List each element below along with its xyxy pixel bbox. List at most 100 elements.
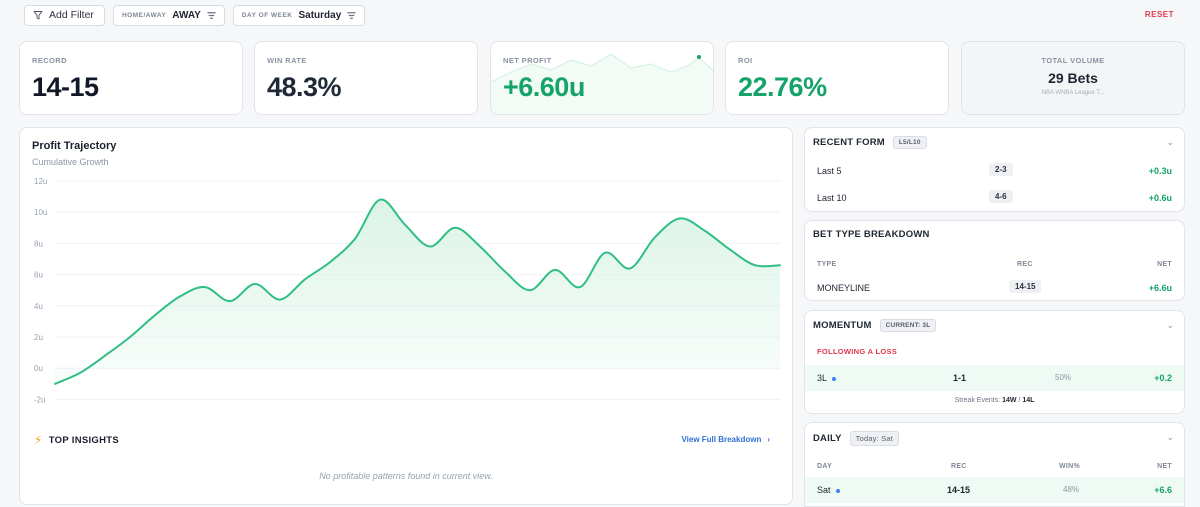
momentum-title: MOMENTUM bbox=[813, 320, 872, 331]
momentum-row-label: 3L bbox=[817, 373, 837, 383]
daily-title: DAILY bbox=[813, 433, 842, 444]
status-dot-icon bbox=[832, 376, 837, 381]
chart-title: Profit Trajectory bbox=[32, 140, 117, 152]
net-profit-value: +6.60u bbox=[503, 72, 585, 102]
total-volume-label: TOTAL VOLUME bbox=[1041, 56, 1105, 65]
streak-losses: 14L bbox=[1022, 397, 1035, 404]
recent-form-row-net: +0.3u bbox=[1148, 166, 1172, 176]
recent-form-row-net: +0.6u bbox=[1148, 193, 1172, 203]
filter-icon bbox=[347, 11, 357, 19]
momentum-row: 3L 1-1 50% +0.2 bbox=[805, 365, 1184, 391]
total-volume-value: 29 Bets bbox=[1048, 70, 1098, 86]
day-of-week-filter-value: Saturday bbox=[298, 9, 342, 21]
lightning-icon: ⚡ bbox=[34, 433, 43, 447]
chevron-right-icon: › bbox=[767, 435, 770, 444]
filter-icon bbox=[207, 11, 216, 19]
top-insights-heading: ⚡ TOP INSIGHTS bbox=[34, 433, 119, 447]
y-tick-label: 6u bbox=[34, 271, 43, 280]
win-rate-value: 48.3% bbox=[267, 72, 342, 102]
win-rate-label: WIN RATE bbox=[267, 56, 307, 65]
insights-empty-text: No profitable patterns found in current … bbox=[319, 471, 493, 481]
filter-bar: Add Filter HOME/AWAY AWAY DAY OF WEEK Sa… bbox=[24, 4, 366, 26]
streak-separator: / bbox=[1018, 397, 1021, 404]
y-tick-label: 0u bbox=[34, 364, 43, 373]
column-header-net: NET bbox=[1157, 261, 1172, 268]
profit-trajectory-chart: 12u 10u 8u 6u 4u 2u 0u -2u bbox=[34, 177, 781, 404]
chart-subtitle: Cumulative Growth bbox=[32, 157, 109, 167]
column-header-win: WIN% bbox=[1059, 463, 1081, 470]
recent-form-row-record: 2-3 bbox=[989, 163, 1013, 176]
daily-panel: DAILY Today: Sat ⌄ DAY REC WIN% NET Sat … bbox=[804, 422, 1185, 507]
momentum-header: MOMENTUM CURRENT: 3L bbox=[813, 319, 937, 332]
momentum-row-record: 1-1 bbox=[953, 373, 967, 383]
bet-type-title: BET TYPE BREAKDOWN bbox=[813, 229, 930, 240]
roi-card: ROI 22.76% bbox=[725, 41, 949, 115]
record-label: RECORD bbox=[32, 56, 67, 65]
recent-form-row: Last 5 2-3 +0.3u bbox=[805, 158, 1184, 184]
roi-label: ROI bbox=[738, 56, 753, 65]
daily-day-cell: Sat bbox=[817, 485, 840, 495]
recent-form-row-record: 4-6 bbox=[989, 190, 1013, 203]
recent-form-panel: RECENT FORM L5/L10 ⌄ Last 5 2-3 +0.3u La… bbox=[804, 127, 1185, 212]
win-rate-card: WIN RATE 48.3% bbox=[254, 41, 478, 115]
day-of-week-filter[interactable]: DAY OF WEEK Saturday bbox=[232, 4, 366, 26]
roi-value: 22.76% bbox=[738, 72, 827, 102]
view-full-breakdown-link[interactable]: View Full Breakdown › bbox=[681, 435, 770, 444]
chevron-down-icon[interactable]: ⌄ bbox=[1166, 137, 1174, 148]
y-tick-label: 12u bbox=[34, 177, 47, 186]
column-header-net: NET bbox=[1157, 463, 1172, 470]
column-header-day: DAY bbox=[817, 463, 833, 470]
recent-form-tag: L5/L10 bbox=[892, 136, 927, 149]
y-tick-label: 4u bbox=[34, 302, 43, 311]
add-filter-label: Add Filter bbox=[49, 9, 94, 21]
add-filter-button[interactable]: Add Filter bbox=[24, 4, 105, 26]
recent-form-header: RECENT FORM L5/L10 bbox=[813, 136, 927, 149]
momentum-streak-label: 3L bbox=[817, 373, 828, 383]
bet-type-header: BET TYPE BREAKDOWN bbox=[813, 229, 930, 240]
y-tick-label: 2u bbox=[34, 333, 43, 342]
day-of-week-filter-label: DAY OF WEEK bbox=[241, 11, 293, 19]
daily-net: +6.6 bbox=[1154, 485, 1172, 495]
home-away-filter-label: HOME/AWAY bbox=[121, 11, 167, 19]
net-profit-label: NET PROFIT bbox=[503, 56, 552, 65]
profit-area-fill bbox=[55, 199, 780, 384]
status-dot-icon bbox=[835, 488, 840, 493]
momentum-row-net: +0.2 bbox=[1154, 373, 1172, 383]
record-value: 14-15 bbox=[32, 72, 99, 102]
view-full-breakdown-label: View Full Breakdown bbox=[681, 435, 762, 444]
column-header-rec: REC bbox=[951, 463, 967, 470]
column-header-rec: REC bbox=[1017, 261, 1033, 268]
bet-type-breakdown-panel: BET TYPE BREAKDOWN TYPE REC NET MONEYLIN… bbox=[804, 220, 1185, 301]
filter-funnel-icon bbox=[33, 11, 43, 20]
momentum-panel: MOMENTUM CURRENT: 3L ⌄ FOLLOWING A LOSS … bbox=[804, 310, 1185, 414]
column-header-type: TYPE bbox=[817, 261, 837, 268]
profit-trajectory-panel: 12u 10u 8u 6u 4u 2u 0u -2u Profit Trajectory Cu… bbox=[19, 127, 793, 505]
total-volume-card: TOTAL VOLUME 29 Bets NBA WNBA League T..… bbox=[961, 41, 1185, 115]
streak-events-label: Streak Events: bbox=[954, 397, 1001, 404]
bet-type-net: +6.6u bbox=[1148, 283, 1172, 293]
momentum-current-tag: CURRENT: 3L bbox=[879, 319, 937, 332]
y-tick-label: 10u bbox=[34, 208, 47, 217]
streak-events: Streak Events: 14W / 14L bbox=[805, 397, 1184, 404]
record-card: RECORD 14-15 bbox=[19, 41, 243, 115]
net-profit-card: NET PROFIT +6.60u bbox=[490, 41, 714, 115]
chevron-down-icon[interactable]: ⌄ bbox=[1166, 320, 1174, 331]
momentum-row-pct: 50% bbox=[1055, 373, 1072, 382]
top-insights-title: TOP INSIGHTS bbox=[48, 434, 120, 446]
streak-wins: 14W bbox=[1002, 397, 1017, 404]
bet-type-table-header: TYPE REC NET bbox=[805, 251, 1184, 277]
table-row: MONEYLINE 14-15 +6.6u bbox=[805, 275, 1184, 300]
chevron-down-icon[interactable]: ⌄ bbox=[1166, 432, 1174, 443]
recent-form-row-label: Last 10 bbox=[817, 193, 847, 203]
daily-rec: 14-15 bbox=[947, 485, 971, 495]
bet-type-rec: 14-15 bbox=[1009, 280, 1042, 293]
following-a-loss-label: FOLLOWING A LOSS bbox=[817, 347, 898, 356]
daily-win: 48% bbox=[1063, 485, 1080, 494]
reset-button[interactable]: RESET bbox=[1145, 10, 1174, 19]
recent-form-row-label: Last 5 bbox=[817, 166, 842, 176]
home-away-filter[interactable]: HOME/AWAY AWAY bbox=[112, 4, 225, 26]
recent-form-row: Last 10 4-6 +0.6u bbox=[805, 185, 1184, 211]
daily-table-header: DAY REC WIN% NET bbox=[805, 453, 1184, 479]
daily-header: DAILY Today: Sat bbox=[813, 431, 900, 446]
total-volume-leagues: NBA WNBA League T... bbox=[1041, 90, 1105, 96]
